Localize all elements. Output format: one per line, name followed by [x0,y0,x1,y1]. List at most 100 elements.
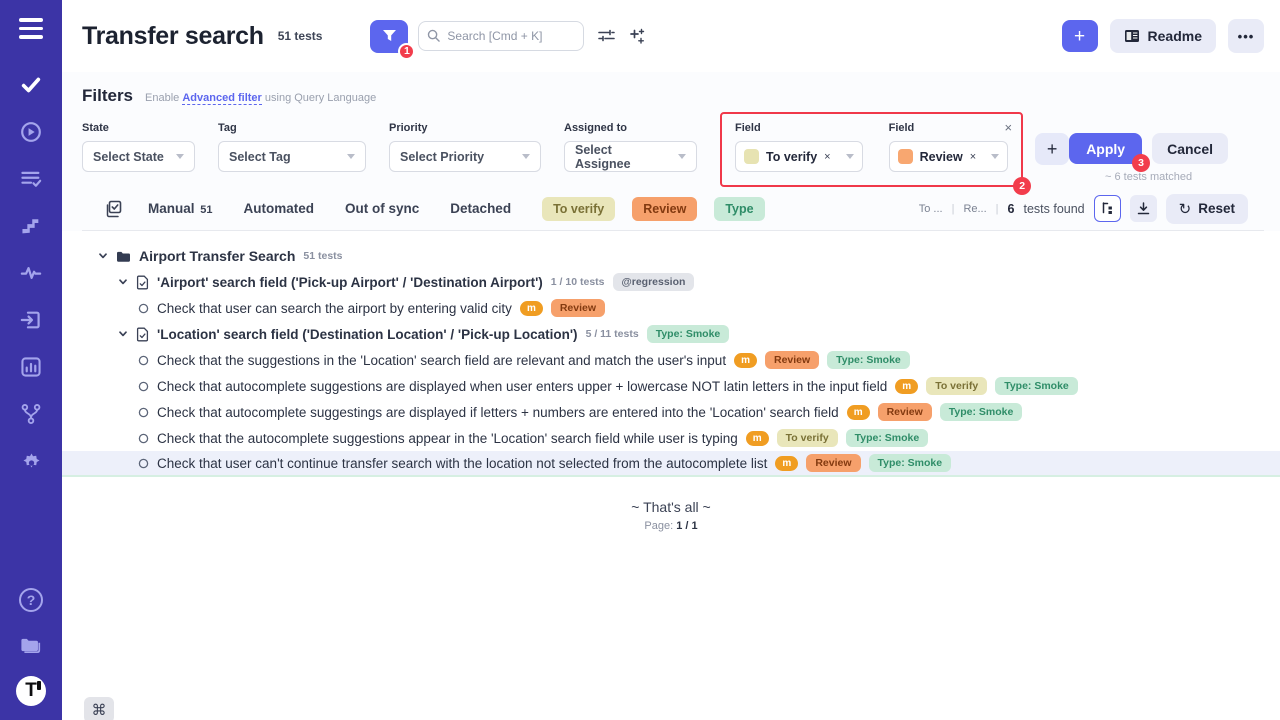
test-row[interactable]: Check that the autocomplete suggestions … [62,425,1280,451]
tab-detached[interactable]: Detached [450,201,511,216]
test-row[interactable]: Check that autocomplete suggestings are … [62,399,1280,425]
list-check-icon[interactable] [19,167,43,191]
help-icon[interactable]: ? [19,588,43,612]
more-button[interactable]: ••• [1228,19,1264,53]
badge-green: Type: Smoke [995,377,1078,395]
tab-automated[interactable]: Automated [244,201,315,216]
state-select[interactable]: Select State [82,141,195,172]
filter-field-2: Field Review × [889,122,1009,172]
tests-found-count: 6 [1008,202,1015,216]
import-icon[interactable] [19,308,43,332]
search-input[interactable] [418,21,584,51]
field-select-to-verify[interactable]: To verify × [735,141,863,172]
download-button[interactable] [1130,195,1157,222]
tests-check-icon[interactable] [19,73,43,97]
folder-row[interactable]: Airport Transfer Search51 tests [62,243,1280,269]
main-area: Transfer search 51 tests 1 + [62,0,1280,720]
sidebar: ? T [0,0,62,720]
gear-icon[interactable] [19,449,43,473]
add-filter-button[interactable]: + [1035,133,1069,165]
pagination: Page: 1 / 1 [62,520,1280,532]
separator: | [952,203,955,215]
play-circle-icon[interactable] [19,120,43,144]
badge-orange: Review [765,351,819,369]
badge-m: m [895,379,918,394]
apply-button[interactable]: Apply 3 [1069,133,1142,164]
cancel-button[interactable]: Cancel [1152,133,1228,164]
color-swatch [744,149,759,164]
settings-sliders-icon[interactable] [598,28,615,44]
app-logo[interactable]: T [16,676,46,706]
field-filter-group: × Field To verify × Field [720,112,1023,187]
tab-manual[interactable]: Manual 51 [148,201,213,216]
filter-label: Field [735,122,863,134]
steps-icon[interactable] [19,214,43,238]
test-row[interactable]: Check that the suggestions in the 'Locat… [62,347,1280,373]
reset-button[interactable]: ↻ Reset [1166,194,1248,224]
tag-select[interactable]: Select Tag [218,141,366,172]
chevron-down-icon [176,154,184,159]
chevron-down-icon [522,154,530,159]
add-button[interactable]: + [1062,20,1098,52]
badge-orange: Review [806,454,860,472]
circle-status-icon [138,355,149,366]
filter-button[interactable]: 1 [370,20,408,53]
row-title: Check that the autocomplete suggestions … [157,431,738,446]
advanced-filter-link[interactable]: Advanced filter [182,92,261,105]
chevron-down-icon [347,154,355,159]
activity-icon[interactable] [19,261,43,285]
tree-view-button[interactable] [1094,195,1121,222]
truncated-column-1[interactable]: To ... [919,203,943,215]
row-title: Check that autocomplete suggestions are … [157,379,887,394]
readme-label: Readme [1148,28,1202,44]
chevron-down-icon[interactable] [98,251,108,261]
test-row[interactable]: Check that user can search the airport b… [62,295,1280,321]
content-area: Airport Transfer Search51 tests'Airport'… [62,231,1280,720]
filter-pill-to-verify[interactable]: To verify [542,197,615,221]
circle-status-icon [138,407,149,418]
readme-button[interactable]: Readme [1110,19,1216,53]
folders-icon[interactable] [19,632,43,656]
row-title: Airport Transfer Search [139,248,295,264]
badge-green: Type: Smoke [940,403,1023,421]
filter-pill-review[interactable]: Review [632,197,697,221]
truncated-column-2[interactable]: Re... [963,203,986,215]
chevron-down-icon [991,154,999,159]
row-title: Check that user can't continue transfer … [157,456,767,471]
field-select-review[interactable]: Review × [889,141,1009,172]
keyboard-shortcuts-button[interactable]: ⌘ [84,697,114,720]
test-row[interactable]: Check that autocomplete suggestions are … [62,373,1280,399]
menu-icon[interactable] [19,18,43,39]
folder-icon [116,250,131,263]
page-title: Transfer search [82,22,264,51]
remove-chip-icon[interactable]: × [970,151,976,163]
circle-status-icon [138,381,149,392]
badge-m: m [734,353,757,368]
suite-row[interactable]: 'Airport' search field ('Pick-up Airport… [62,269,1280,295]
thats-all-text: ~ That's all ~ [62,499,1280,515]
select-all-icon[interactable] [104,200,122,218]
ai-sparkles-icon[interactable] [629,28,646,45]
bar-chart-icon[interactable] [19,355,43,379]
badge-m: m [520,301,543,316]
annotation-badge-3: 3 [1132,154,1150,172]
remove-chip-icon[interactable]: × [824,151,830,163]
badge-khaki: To verify [777,429,838,447]
filter-pill-type[interactable]: Type [714,197,764,221]
tab-out-of-sync[interactable]: Out of sync [345,201,419,216]
separator: | [996,203,999,215]
chevron-down-icon[interactable] [118,277,128,287]
close-icon[interactable]: × [1005,121,1013,134]
test-tree: Airport Transfer Search51 tests'Airport'… [62,243,1280,477]
priority-select[interactable]: Select Priority [389,141,541,172]
filter-label: Field [889,122,1009,134]
row-meta: 1 / 10 tests [551,276,605,288]
branch-icon[interactable] [19,402,43,426]
test-row[interactable]: Check that user can't continue transfer … [62,451,1280,477]
badge-khaki: To verify [926,377,987,395]
badge-green: Type: Smoke [827,351,910,369]
topbar: Transfer search 51 tests 1 + [62,0,1280,72]
assignee-select[interactable]: Select Assignee [564,141,697,172]
chevron-down-icon[interactable] [118,329,128,339]
suite-row[interactable]: 'Location' search field ('Destination Lo… [62,321,1280,347]
